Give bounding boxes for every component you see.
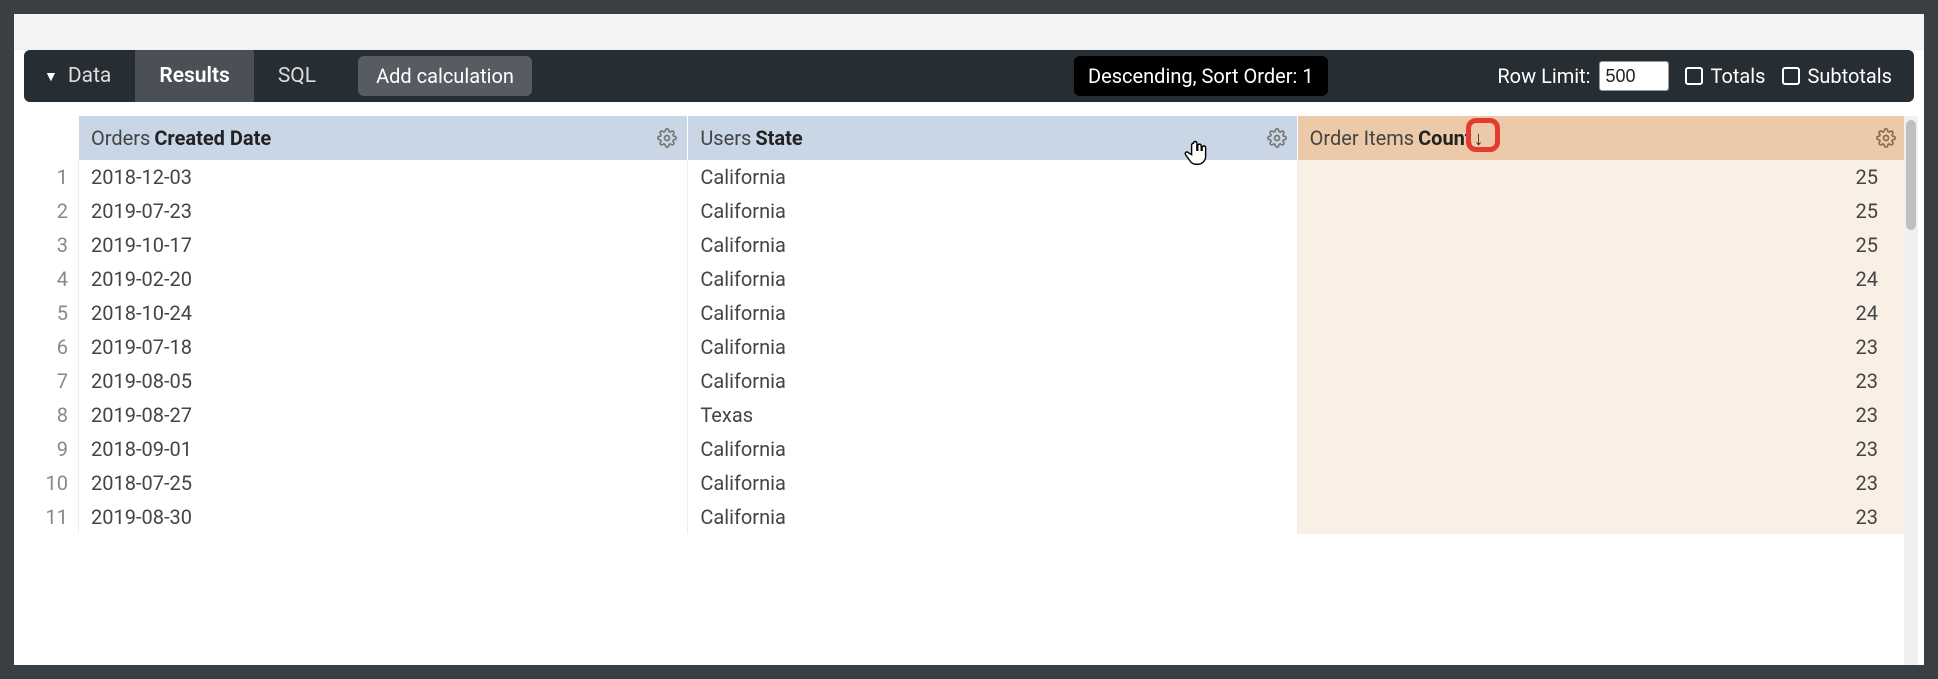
cell-state[interactable]: California <box>687 432 1296 466</box>
results-grid-wrap: Orders Created Date Users State Order It… <box>14 116 1924 665</box>
scrollbar-thumb[interactable] <box>1906 120 1916 230</box>
row-number: 5 <box>24 296 78 330</box>
row-limit-label: Row Limit: <box>1497 64 1590 88</box>
cell-count[interactable]: 23 <box>1297 330 1906 364</box>
cell-state[interactable]: California <box>687 228 1296 262</box>
cell-count[interactable]: 23 <box>1297 432 1906 466</box>
cell-created-date[interactable]: 2019-07-23 <box>78 194 687 228</box>
row-number: 1 <box>24 160 78 194</box>
cell-created-date[interactable]: 2018-12-03 <box>78 160 687 194</box>
row-number: 8 <box>24 398 78 432</box>
cell-state[interactable]: California <box>687 500 1296 534</box>
cell-state[interactable]: California <box>687 160 1296 194</box>
subtotals-label: Subtotals <box>1808 64 1893 88</box>
column-header-orders-created-date[interactable]: Orders Created Date <box>78 116 687 160</box>
cell-created-date[interactable]: 2019-02-20 <box>78 262 687 296</box>
cell-state[interactable]: California <box>687 194 1296 228</box>
highlight-ring-icon <box>1466 118 1500 152</box>
row-number: 3 <box>24 228 78 262</box>
vertical-scrollbar[interactable] <box>1904 116 1918 665</box>
totals-label: Totals <box>1711 64 1766 88</box>
totals-checkbox[interactable]: Totals <box>1685 64 1766 88</box>
cell-count[interactable]: 23 <box>1297 500 1906 534</box>
sort-tooltip: Descending, Sort Order: 1 <box>1074 56 1328 96</box>
cell-created-date[interactable]: 2018-10-24 <box>78 296 687 330</box>
row-number: 10 <box>24 466 78 500</box>
cell-state[interactable]: California <box>687 364 1296 398</box>
tab-data-label: Data <box>68 64 112 88</box>
top-spacer <box>14 14 1924 50</box>
tab-data[interactable]: ▼ Data <box>24 50 135 102</box>
column-header-users-state[interactable]: Users State <box>687 116 1296 160</box>
cell-count[interactable]: 23 <box>1297 466 1906 500</box>
results-grid: Orders Created Date Users State Order It… <box>24 116 1906 534</box>
cell-count[interactable]: 25 <box>1297 228 1906 262</box>
add-calculation-button[interactable]: Add calculation <box>358 56 532 96</box>
results-toolbar: ▼ Data Results SQL Add calculation Row L… <box>24 50 1914 102</box>
toolbar-right: Row Limit: Totals Subtotals <box>1497 61 1914 91</box>
cell-created-date[interactable]: 2019-08-30 <box>78 500 687 534</box>
cell-created-date[interactable]: 2019-10-17 <box>78 228 687 262</box>
cell-count[interactable]: 24 <box>1297 296 1906 330</box>
explore-panel: ▼ Data Results SQL Add calculation Row L… <box>14 14 1924 665</box>
cell-count[interactable]: 24 <box>1297 262 1906 296</box>
cell-count[interactable]: 25 <box>1297 194 1906 228</box>
cell-count[interactable]: 23 <box>1297 364 1906 398</box>
cell-state[interactable]: California <box>687 296 1296 330</box>
row-number: 2 <box>24 194 78 228</box>
cell-created-date[interactable]: 2018-07-25 <box>78 466 687 500</box>
row-limit: Row Limit: <box>1497 61 1668 91</box>
tab-results[interactable]: Results <box>135 50 253 102</box>
row-number: 4 <box>24 262 78 296</box>
sort-indicator[interactable]: ↓ <box>1474 126 1484 151</box>
column-header-rownum <box>24 116 78 160</box>
row-number: 7 <box>24 364 78 398</box>
cell-state[interactable]: California <box>687 330 1296 364</box>
cell-count[interactable]: 25 <box>1297 160 1906 194</box>
cell-state[interactable]: California <box>687 466 1296 500</box>
cell-created-date[interactable]: 2018-09-01 <box>78 432 687 466</box>
row-number: 9 <box>24 432 78 466</box>
subtotals-checkbox[interactable]: Subtotals <box>1782 64 1893 88</box>
checkbox-icon <box>1685 67 1703 85</box>
tab-results-label: Results <box>159 64 229 88</box>
row-number: 11 <box>24 500 78 534</box>
cell-created-date[interactable]: 2019-08-05 <box>78 364 687 398</box>
cell-state[interactable]: Texas <box>687 398 1296 432</box>
cell-count[interactable]: 23 <box>1297 398 1906 432</box>
cell-state[interactable]: California <box>687 262 1296 296</box>
row-number: 6 <box>24 330 78 364</box>
checkbox-icon <box>1782 67 1800 85</box>
gear-icon[interactable] <box>1267 128 1287 148</box>
gear-icon[interactable] <box>1876 128 1896 148</box>
cell-created-date[interactable]: 2019-07-18 <box>78 330 687 364</box>
row-limit-input[interactable] <box>1599 61 1669 91</box>
tab-sql-label: SQL <box>278 64 316 88</box>
caret-down-icon: ▼ <box>44 68 58 85</box>
column-header-order-items-count[interactable]: Order Items Count ↓ <box>1297 116 1906 160</box>
tab-sql[interactable]: SQL <box>254 50 340 102</box>
cell-created-date[interactable]: 2019-08-27 <box>78 398 687 432</box>
gear-icon[interactable] <box>657 128 677 148</box>
